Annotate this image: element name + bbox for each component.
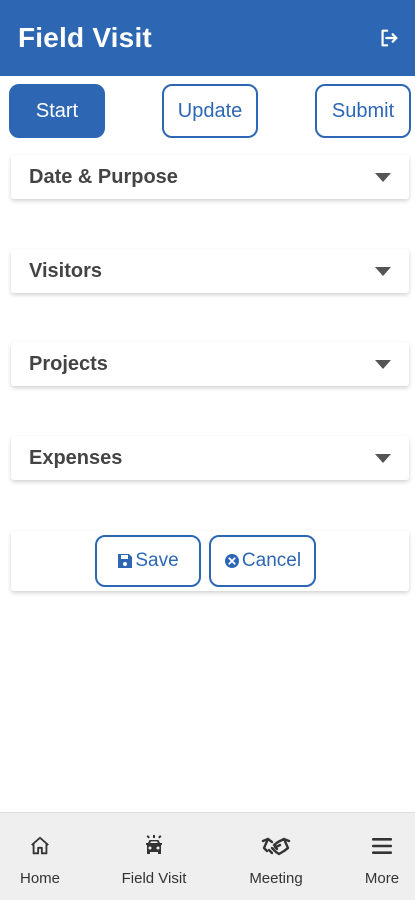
cancel-button[interactable]: Cancel	[209, 535, 316, 587]
section-title: Expenses	[29, 446, 123, 469]
section-title: Projects	[29, 352, 108, 375]
section-expenses[interactable]: Expenses	[11, 436, 409, 480]
section-projects[interactable]: Projects	[11, 342, 409, 386]
car-icon	[142, 833, 166, 859]
tab-submit[interactable]: Submit	[315, 84, 411, 138]
nav-label: Meeting	[249, 870, 303, 887]
nav-label: More	[364, 870, 400, 887]
caret-down-icon	[375, 266, 391, 276]
caret-down-icon	[375, 359, 391, 369]
section-date-purpose[interactable]: Date & Purpose	[11, 155, 409, 199]
cancel-icon	[224, 553, 240, 569]
form-actions: Save Cancel	[11, 531, 409, 591]
nav-label: Home	[19, 870, 60, 887]
save-icon	[117, 553, 133, 569]
cancel-label: Cancel	[241, 550, 302, 571]
tab-update[interactable]: Update	[162, 84, 258, 138]
menu-icon	[371, 833, 393, 859]
logout-icon[interactable]	[377, 26, 401, 50]
nav-label: Field Visit	[121, 870, 187, 887]
bottom-navigation: Home Field Visit Meeting More	[0, 812, 415, 900]
caret-down-icon	[375, 453, 391, 463]
home-icon	[29, 833, 51, 859]
section-title: Date & Purpose	[29, 165, 178, 188]
nav-more[interactable]: More	[357, 813, 407, 900]
handshake-icon	[261, 833, 291, 859]
section-visitors[interactable]: Visitors	[11, 249, 409, 293]
tab-start[interactable]: Start	[9, 84, 105, 138]
nav-field-visit[interactable]: Field Visit	[113, 813, 195, 900]
nav-home[interactable]: Home	[14, 813, 66, 900]
caret-down-icon	[375, 172, 391, 182]
save-button[interactable]: Save	[95, 535, 201, 587]
field-visit-screen: Field Visit Start Update Submit Date & P…	[0, 0, 415, 900]
app-header: Field Visit	[0, 0, 415, 76]
section-title: Visitors	[29, 259, 102, 282]
save-label: Save	[135, 550, 179, 571]
action-tabs: Start Update Submit	[0, 84, 415, 138]
nav-meeting[interactable]: Meeting	[240, 813, 312, 900]
page-title: Field Visit	[18, 22, 152, 53]
